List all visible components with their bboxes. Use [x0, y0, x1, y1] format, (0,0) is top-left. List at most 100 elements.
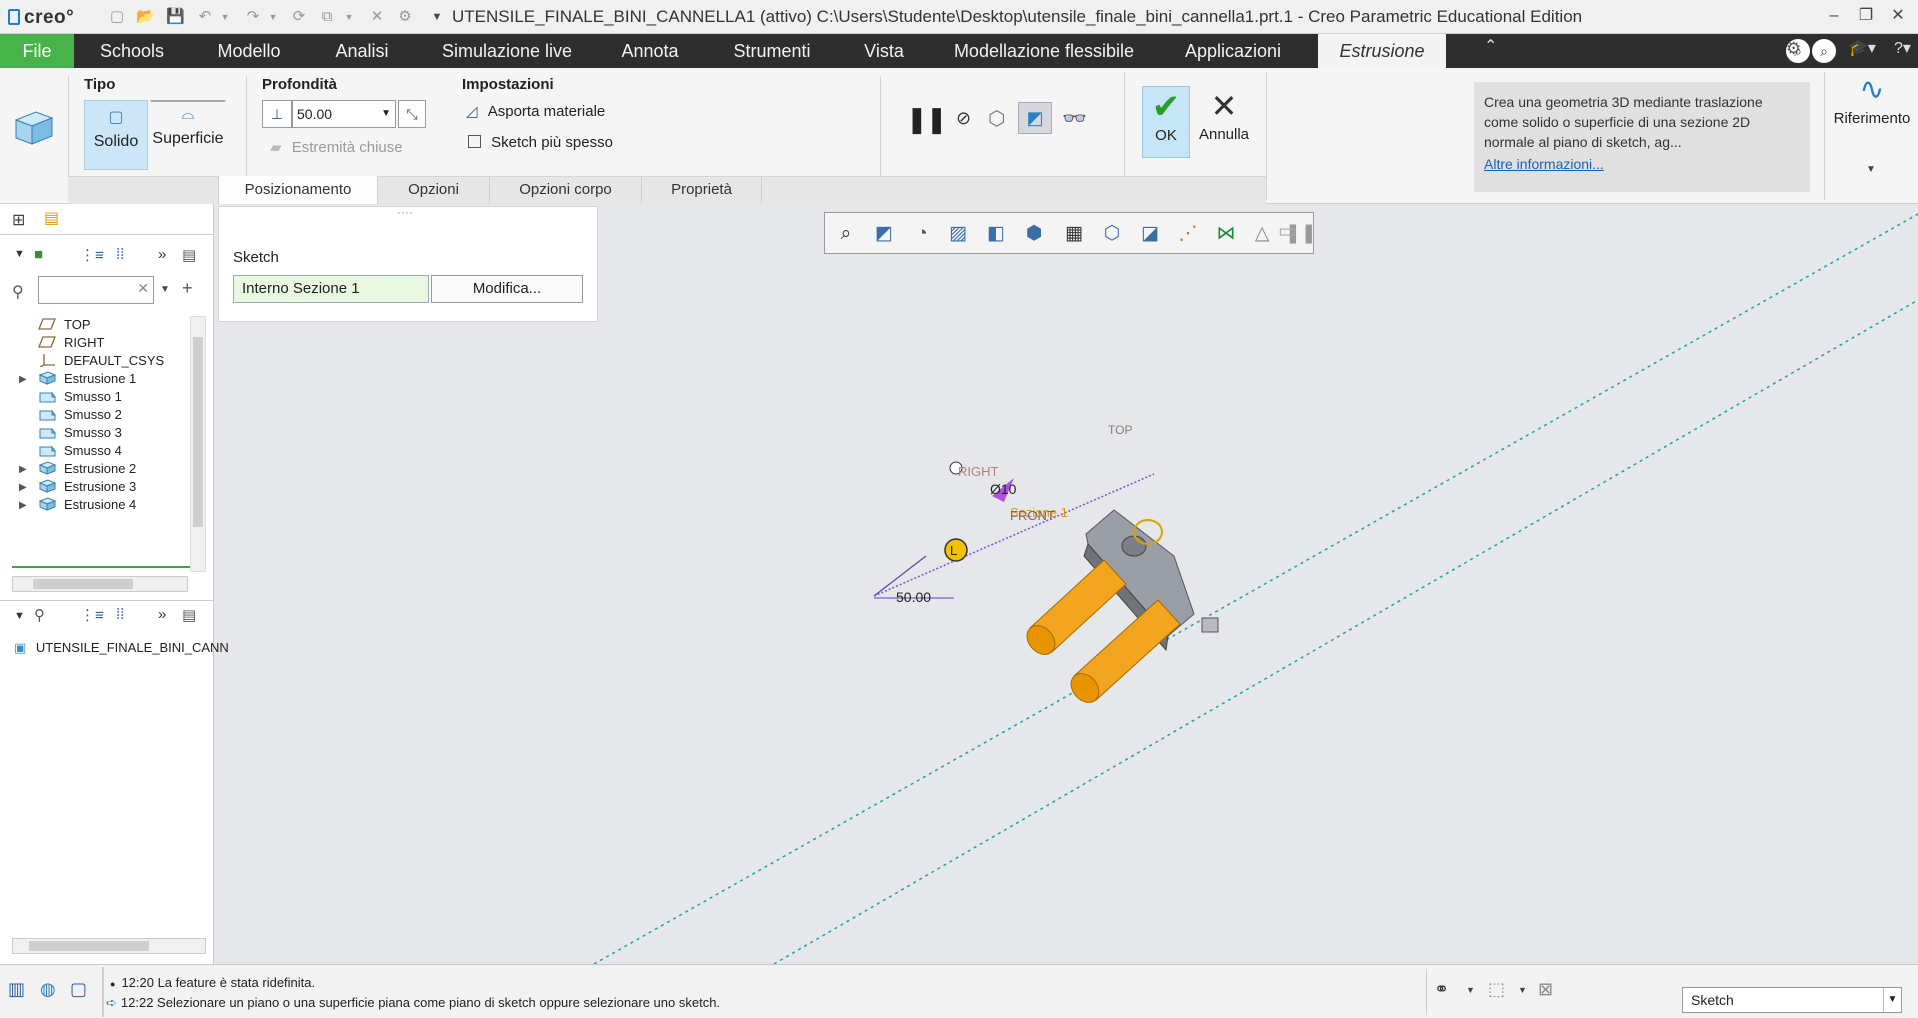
- tab-opzioni[interactable]: Opzioni: [378, 176, 490, 204]
- minimize-icon[interactable]: –: [1820, 5, 1848, 27]
- find-binoculars-icon[interactable]: ⚭: [1434, 979, 1449, 1000]
- tree-item[interactable]: Smusso 1: [38, 388, 122, 406]
- tree-item[interactable]: DEFAULT_CSYS: [38, 352, 164, 370]
- menu-modello[interactable]: Modello: [204, 34, 294, 68]
- lower-tree-item[interactable]: ▣ UTENSILE_FINALE_BINI_CANN: [14, 640, 229, 656]
- section-icon[interactable]: ◪: [1137, 221, 1163, 247]
- windows-icon[interactable]: ⧉: [318, 8, 336, 26]
- tab-opzioni-corpo[interactable]: Opzioni corpo: [490, 176, 642, 204]
- tree-collapse-icon[interactable]: ▼: [14, 248, 25, 260]
- tab-posizionamento[interactable]: Posizionamento: [218, 176, 378, 204]
- menu-strumenti[interactable]: Strumenti: [720, 34, 824, 68]
- lower-tree-columns-icon[interactable]: ⁞⁞: [116, 606, 124, 623]
- navigator-toggle-icon[interactable]: ▥: [8, 979, 25, 1000]
- help-icon[interactable]: ?▾: [1894, 38, 1911, 58]
- lower-tree-settings-icon[interactable]: ⋮≡: [80, 606, 104, 624]
- tree-scroll-thumb[interactable]: [193, 337, 203, 527]
- mesh-preview-icon[interactable]: ⬡: [988, 106, 1005, 131]
- depth-type-icon[interactable]: ⊥: [262, 100, 292, 128]
- collapse-ribbon-icon[interactable]: ⌃: [1484, 36, 1497, 56]
- datum-display-icon[interactable]: ⋰: [1175, 221, 1201, 247]
- pause-icon[interactable]: ❚❚: [906, 104, 948, 135]
- settings-small-icon[interactable]: ⚙: [396, 8, 414, 26]
- perspective-icon[interactable]: ⬡: [1099, 221, 1125, 247]
- menu-annota[interactable]: Annota: [606, 34, 694, 68]
- tree-columns-icon[interactable]: ⁞⁞: [116, 246, 124, 263]
- tree-details-icon[interactable]: ▤: [182, 246, 196, 264]
- learning-icon[interactable]: 🎓▾: [1848, 38, 1876, 58]
- verify-glasses-icon[interactable]: 👓: [1062, 106, 1087, 131]
- display-style-icon[interactable]: ◧: [983, 221, 1009, 247]
- new-file-icon[interactable]: ▢: [108, 8, 126, 26]
- lower-tree-collapse-icon[interactable]: ▼: [14, 610, 25, 622]
- annotation-display-icon[interactable]: ⋈: [1213, 221, 1239, 247]
- tree-expander-icon[interactable]: ▶: [19, 482, 27, 493]
- lower-tree-more-icon[interactable]: »: [158, 606, 166, 623]
- select-box-icon[interactable]: ⬚: [1488, 979, 1505, 1000]
- select-dropdown-icon[interactable]: ▼: [1518, 985, 1527, 995]
- asporta-materiale-toggle[interactable]: ◿ Asporta materiale: [466, 102, 605, 120]
- diameter-dimension-label[interactable]: Ø10: [990, 481, 1017, 497]
- undo-icon[interactable]: ↶: [196, 8, 214, 26]
- tab-estrusione[interactable]: Estrusione: [1318, 34, 1446, 68]
- lower-tree-details-icon[interactable]: ▤: [182, 606, 196, 624]
- clear-filter-icon[interactable]: ✕: [137, 280, 149, 297]
- sketch-spesso-checkbox[interactable]: Sketch più spesso: [468, 134, 613, 151]
- view-manager-icon[interactable]: ▦: [1061, 221, 1087, 247]
- selection-filter-select[interactable]: Sketch ▼: [1682, 987, 1902, 1013]
- undo-dropdown-icon[interactable]: ▼: [216, 8, 234, 26]
- tree-expander-icon[interactable]: ▶: [19, 464, 27, 475]
- tab-proprieta[interactable]: Proprietà: [642, 176, 762, 204]
- redo-icon[interactable]: ↷: [244, 8, 262, 26]
- annulla-button[interactable]: ✕ Annulla: [1194, 86, 1254, 158]
- estremita-chiuse-checkbox[interactable]: ▰ Estremità chiuse: [270, 138, 403, 156]
- smart-select-icon[interactable]: ⊠: [1538, 979, 1553, 1000]
- tree-expander-icon[interactable]: ▶: [19, 374, 27, 385]
- help-link[interactable]: Altre informazioni...: [1484, 156, 1800, 172]
- spin-center-icon[interactable]: △: [1249, 221, 1275, 247]
- zoom-out-icon[interactable]: ◔: [909, 221, 935, 247]
- close-icon[interactable]: ✕: [1884, 5, 1912, 27]
- flip-direction-icon[interactable]: ⤡: [398, 100, 426, 128]
- menu-file[interactable]: File: [0, 34, 74, 68]
- filter-dropdown-icon[interactable]: ▼: [160, 284, 170, 295]
- tree-scrollbar[interactable]: [190, 316, 206, 572]
- riferimento-dropdown-icon[interactable]: ▼: [1866, 164, 1876, 175]
- tree-item[interactable]: TOP: [38, 316, 91, 334]
- tree-item[interactable]: Estrusione 4: [38, 496, 136, 514]
- lower-hscroll-thumb[interactable]: [29, 941, 149, 951]
- solido-button[interactable]: ▢ Solido: [84, 100, 148, 170]
- open-file-icon[interactable]: 📂: [136, 8, 155, 26]
- tree-item[interactable]: Estrusione 3: [38, 478, 136, 496]
- regenerate-icon[interactable]: ⟳: [290, 8, 308, 26]
- lower-hscrollbar[interactable]: [12, 938, 206, 954]
- menu-vista[interactable]: Vista: [856, 34, 912, 68]
- tree-item[interactable]: Estrusione 2: [38, 460, 136, 478]
- redo-dropdown-icon[interactable]: ▼: [264, 8, 282, 26]
- add-icon[interactable]: +: [182, 278, 193, 299]
- tree-settings-icon[interactable]: ⋮≡: [80, 246, 104, 264]
- menu-applicazioni[interactable]: Applicazioni: [1172, 34, 1294, 68]
- riferimento-button[interactable]: ∿ Riferimento: [1832, 70, 1912, 127]
- gear-icon[interactable]: ⚙: [1786, 39, 1801, 59]
- refit-icon[interactable]: ⌕: [833, 221, 859, 247]
- menu-schools[interactable]: Schools: [90, 34, 174, 68]
- zoom-in-icon[interactable]: ◩: [871, 221, 897, 247]
- depth-dimension-label[interactable]: 50.00: [896, 589, 931, 605]
- tree-hscroll-thumb[interactable]: [33, 579, 133, 589]
- tree-expander-icon[interactable]: ▶: [19, 500, 27, 511]
- menu-analisi[interactable]: Analisi: [320, 34, 404, 68]
- model-tree-tab-icon[interactable]: ⊞: [12, 210, 25, 230]
- depth-dropdown-icon[interactable]: ▼: [381, 101, 391, 127]
- find-icon[interactable]: ⌕: [1812, 39, 1836, 63]
- filter-icon[interactable]: ⚲: [12, 282, 24, 302]
- no-preview-icon[interactable]: ⊘: [956, 108, 971, 129]
- depth-value-input[interactable]: 50.00 ▼: [292, 100, 396, 128]
- tree-item[interactable]: Smusso 3: [38, 424, 122, 442]
- tree-item[interactable]: Estrusione 1: [38, 370, 136, 388]
- saved-orientations-icon[interactable]: ⬢: [1021, 221, 1047, 247]
- find-dropdown-icon[interactable]: ▼: [1466, 985, 1475, 995]
- close-window-icon[interactable]: ✕: [368, 8, 386, 26]
- tree-item[interactable]: RIGHT: [38, 334, 104, 352]
- customize-dropdown-icon[interactable]: ▼: [428, 8, 446, 26]
